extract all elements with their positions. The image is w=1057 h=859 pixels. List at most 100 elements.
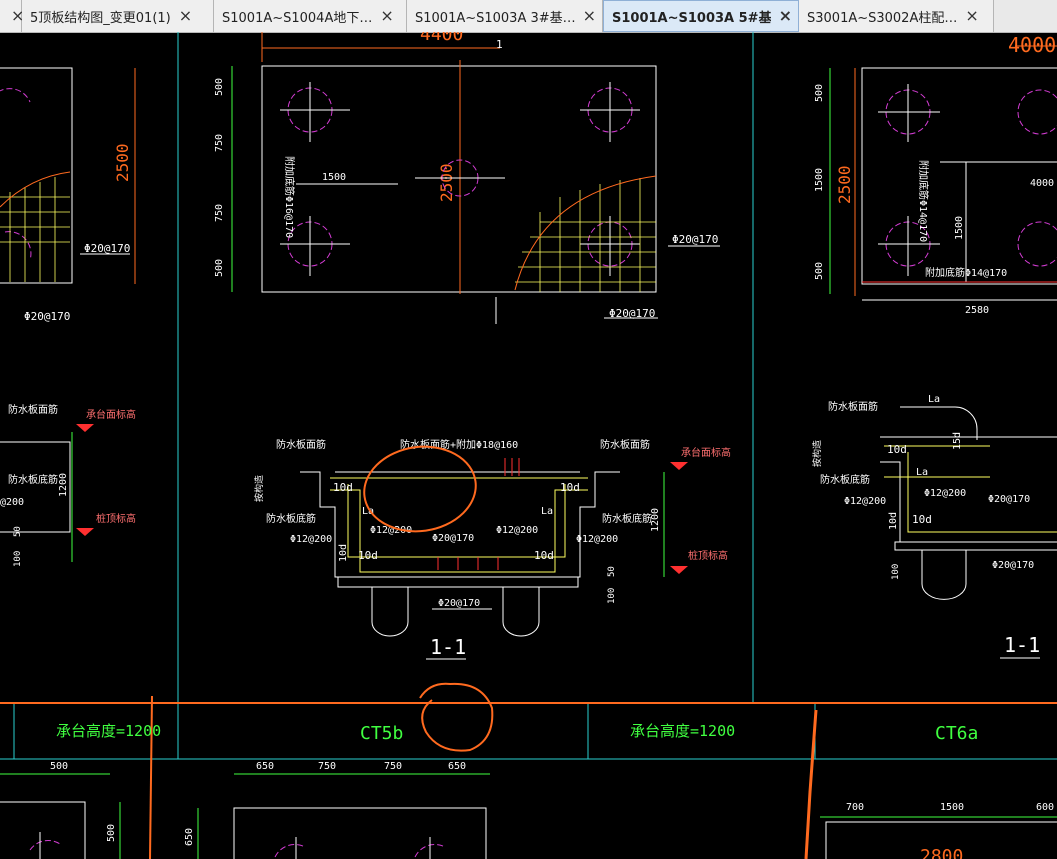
rsec-stir1: Φ12@200 bbox=[844, 496, 886, 507]
sec-bot-face-l: 防水板底筋 bbox=[266, 512, 316, 525]
close-icon[interactable]: × bbox=[380, 8, 393, 24]
right-inner-dim: 1500 bbox=[954, 216, 965, 240]
sec-side-note: 按构造 bbox=[253, 475, 265, 502]
left-h50: 50 bbox=[13, 526, 23, 537]
dim-v-0: 500 bbox=[214, 78, 225, 96]
bottom-dim-c-3: 650 bbox=[448, 761, 466, 772]
right-add-bar: 附加底筋Φ14@170 bbox=[917, 160, 930, 242]
bottom-dim-r-0: 700 bbox=[846, 802, 864, 813]
document-tab-bar: × 5顶板结构图_变更01(1) × S1001A~S1004A地下… × S1… bbox=[0, 0, 1057, 33]
left-top-face: 防水板面筋 bbox=[8, 403, 58, 416]
sec-tend-r: 10d bbox=[560, 481, 580, 494]
bottom-dim-l-v: 500 bbox=[106, 824, 117, 842]
sec-cap-top: 承台面标高 bbox=[681, 446, 731, 459]
rsec-la2: La bbox=[916, 467, 928, 478]
close-icon[interactable]: × bbox=[583, 8, 596, 24]
tab-label: 5顶板结构图_变更01(1) bbox=[30, 10, 171, 26]
rsec-top-face: 防水板面筋 bbox=[828, 400, 878, 413]
sec-d10-b: 10d bbox=[534, 549, 554, 562]
left-h100: 100 bbox=[13, 551, 23, 567]
bottom-dim-l: 500 bbox=[50, 761, 68, 772]
rsec-d10: 10d bbox=[887, 443, 907, 456]
left-rebar-200: @200 bbox=[0, 497, 24, 508]
sec-pile-top: 桩顶标高 bbox=[688, 549, 728, 562]
center-rebar-bottom: Φ20@170 bbox=[609, 307, 655, 320]
rsec-d15: 15d bbox=[952, 432, 963, 450]
rsec-stir2: Φ12@200 bbox=[924, 488, 966, 499]
tab-2[interactable]: S1001A~S1004A地下… × bbox=[214, 0, 407, 32]
sec-top-face-r: 防水板面筋 bbox=[600, 438, 650, 451]
dim-v-3: 500 bbox=[214, 259, 225, 277]
sec-tend-l: 10d bbox=[333, 481, 353, 494]
sec-bot-face-r: 防水板底筋 bbox=[602, 512, 652, 525]
sec-la2: La bbox=[541, 506, 553, 517]
bottom-dim-r-2: 600 bbox=[1036, 802, 1054, 813]
tab-0[interactable]: × bbox=[0, 0, 24, 32]
rsec-d10b: 10d bbox=[912, 513, 932, 526]
sec-top-face-l: 防水板面筋 bbox=[276, 438, 326, 451]
sec-stir-m2: Φ12@200 bbox=[496, 525, 538, 536]
sec-label: 1-1 bbox=[430, 635, 466, 659]
sec-stir-r: Φ12@200 bbox=[576, 534, 618, 545]
sec-stir-l: Φ12@200 bbox=[290, 534, 332, 545]
sec-d10-c: 10d bbox=[338, 544, 349, 562]
table-cell-2: CT5b bbox=[360, 723, 403, 744]
dim-v-1: 750 bbox=[214, 134, 225, 152]
rsec-la: La bbox=[928, 394, 940, 405]
sec-h1200: 1200 bbox=[650, 508, 661, 532]
right-top-dim: 4000 bbox=[1008, 33, 1056, 57]
rsec-label: 1-1 bbox=[1004, 633, 1040, 657]
sec-bot-bar: Φ20@170 bbox=[438, 598, 480, 609]
sec-stir-m: Φ20@170 bbox=[432, 533, 474, 544]
bottom-dim-r-1: 1500 bbox=[940, 802, 964, 813]
bottom-dim-c-2: 750 bbox=[384, 761, 402, 772]
tab-3[interactable]: S1001A~S1003A 3#基… × bbox=[407, 0, 603, 32]
center-inner-dim: 1500 bbox=[322, 172, 346, 183]
sec-h50: 50 bbox=[607, 566, 617, 577]
rsec-h100: 100 bbox=[891, 564, 901, 580]
bottom-dim-c-0: 650 bbox=[256, 761, 274, 772]
table-cell-4: CT6a bbox=[935, 723, 978, 744]
tab-label: S1001A~S1004A地下… bbox=[222, 10, 373, 26]
close-icon[interactable]: × bbox=[965, 8, 978, 24]
left-h1200: 1200 bbox=[58, 473, 69, 497]
right-height-dim: 2500 bbox=[835, 165, 854, 204]
rsec-stir3: Φ20@170 bbox=[988, 494, 1030, 505]
right-dim-v-0: 500 bbox=[814, 84, 825, 102]
tab-1[interactable]: 5顶板结构图_变更01(1) × bbox=[22, 0, 214, 32]
rsec-d10c: 10d bbox=[888, 512, 899, 530]
cad-canvas[interactable]: 2500 Φ20@170 Φ20@170 4400 1 2500 1500 附加… bbox=[0, 32, 1057, 859]
table-cell-3: 承台高度=1200 bbox=[630, 722, 735, 740]
left-bot-face: 防水板底筋 bbox=[8, 473, 58, 486]
sec-main-note: 防水板面筋+附加Φ18@160 bbox=[400, 438, 518, 451]
dim-v-2: 750 bbox=[214, 204, 225, 222]
left-pile-top: 桩顶标高 bbox=[96, 512, 136, 525]
close-icon[interactable]: × bbox=[779, 8, 792, 24]
center-height-dim: 2500 bbox=[437, 163, 456, 202]
rsec-bot-face: 防水板底筋 bbox=[820, 473, 870, 486]
left-height-dim: 2500 bbox=[113, 143, 132, 182]
sec-d10-a: 10d bbox=[358, 549, 378, 562]
center-top-dim: 4400 bbox=[420, 32, 463, 45]
tab-label: S3001A~S3002A柱配… bbox=[807, 10, 958, 26]
tab-4-active[interactable]: S1001A~S1003A 5#基· × bbox=[603, 0, 799, 32]
section-mark-top: 1 bbox=[496, 38, 503, 51]
table-cell-1: 承台高度=1200 bbox=[56, 722, 161, 740]
bottom-dim-c-1: 750 bbox=[318, 761, 336, 772]
sec-h100: 100 bbox=[607, 588, 617, 604]
center-rebar-right: Φ20@170 bbox=[672, 233, 718, 246]
right-width-dim: 2580 bbox=[965, 305, 989, 316]
center-add-bar: 附加底筋Φ16@170 bbox=[283, 156, 296, 238]
close-icon[interactable]: × bbox=[179, 8, 192, 24]
tab-label: S1001A~S1003A 3#基… bbox=[415, 10, 575, 26]
tab-5[interactable]: S3001A~S3002A柱配… × bbox=[799, 0, 994, 32]
rsec-side-note: 按构造 bbox=[811, 440, 823, 467]
left-cap-top: 承台面标高 bbox=[86, 408, 136, 421]
bottom-dim-r-total: 2800 bbox=[920, 846, 963, 859]
right-dim-v-1: 1500 bbox=[814, 168, 825, 192]
rsec-stir4: Φ20@170 bbox=[992, 560, 1034, 571]
tab-label: S1001A~S1003A 5#基· bbox=[612, 10, 771, 26]
right-inner-dim-h: 4000 bbox=[1030, 178, 1054, 189]
bottom-dim-c-v: 650 bbox=[184, 828, 195, 846]
left-rebar-label: Φ20@170 bbox=[84, 242, 130, 255]
